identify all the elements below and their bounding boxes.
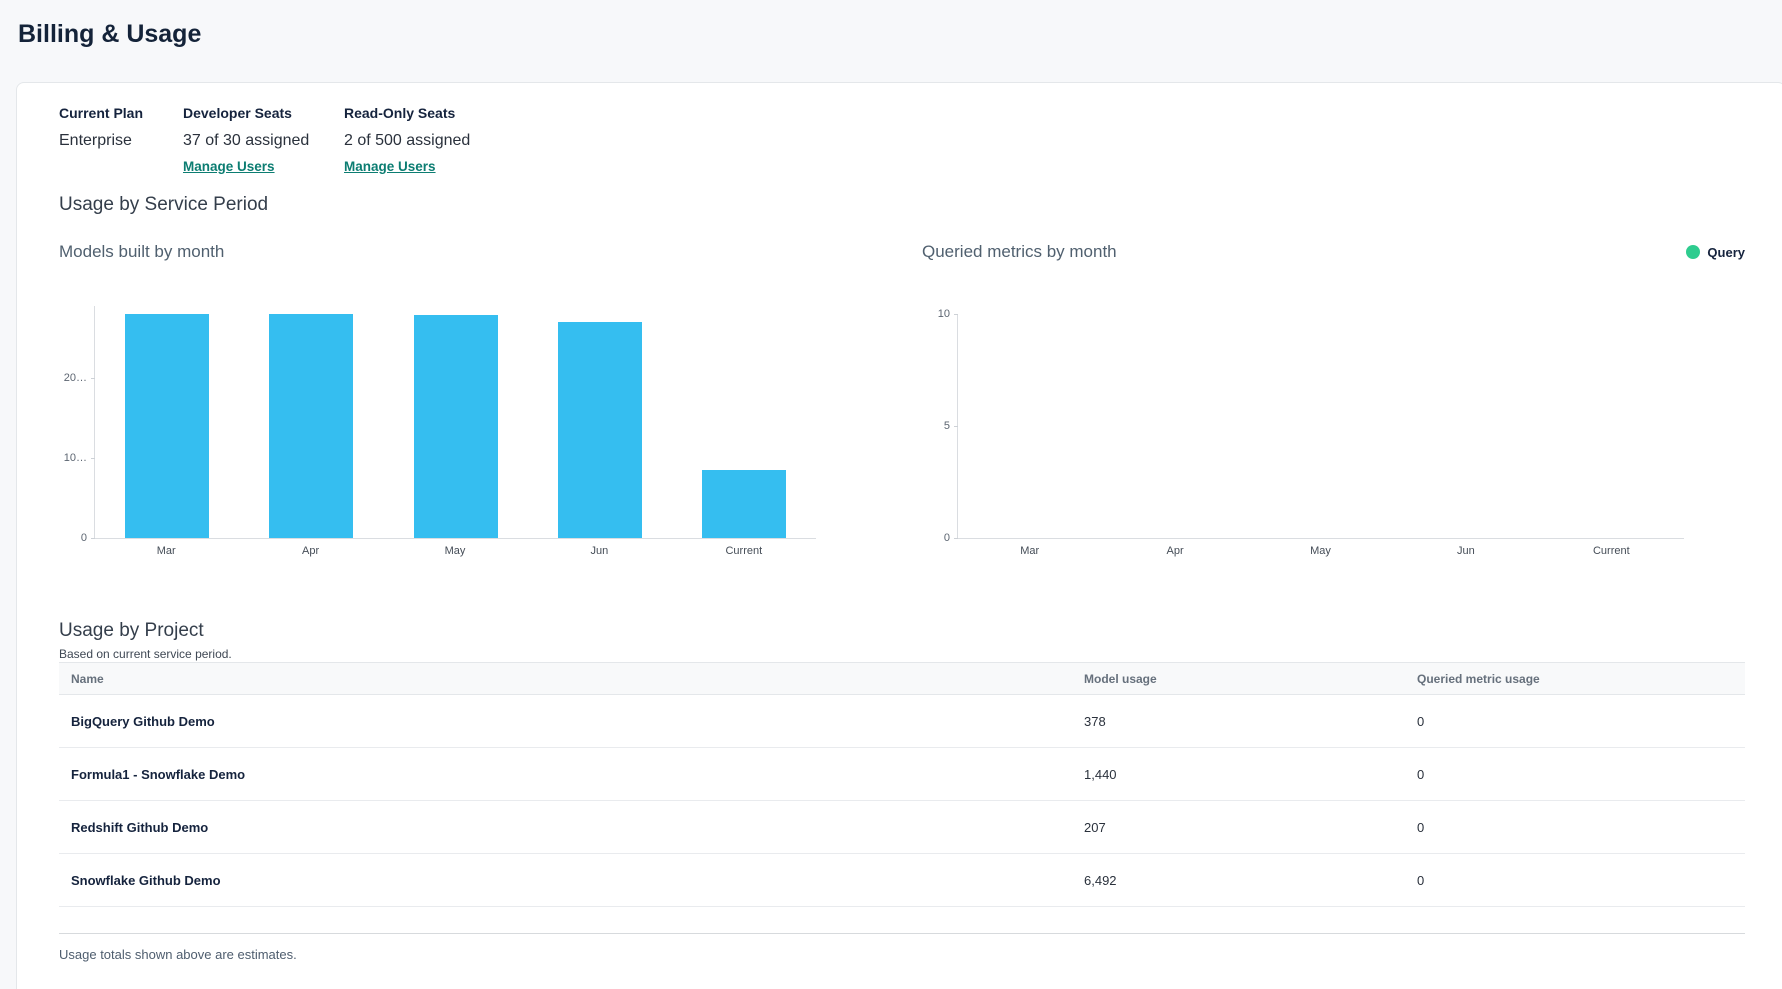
bar-jun	[558, 322, 642, 538]
x-tick-label: Jun	[527, 545, 671, 557]
bar-slot	[958, 314, 1103, 538]
model-usage-cell: 378	[1084, 714, 1417, 729]
manage-users-link-readonly[interactable]: Manage Users	[344, 158, 436, 175]
queried-chart-title: Queried metrics by month	[922, 242, 1117, 262]
queried-usage-cell: 0	[1417, 820, 1745, 835]
y-tick-label: 0	[917, 531, 950, 545]
readonly-seats-label: Read-Only Seats	[344, 105, 470, 122]
legend-query-label: Query	[1707, 245, 1745, 260]
x-tick-label: Mar	[94, 545, 238, 557]
y-tick-mark	[954, 426, 958, 427]
project-section-title: Usage by Project	[59, 619, 1747, 643]
footer-divider	[59, 933, 1745, 934]
x-tick-label: Current	[672, 545, 816, 557]
bar-mar	[125, 314, 209, 538]
page-title: Billing & Usage	[0, 0, 1782, 82]
developer-seats-label: Developer Seats	[183, 105, 344, 122]
models-chart-header: Models built by month	[59, 242, 816, 262]
models-built-chart: Models built by month 010…20… MarAprMayJ…	[59, 242, 816, 557]
project-section-subtitle: Based on current service period.	[59, 647, 1747, 662]
bar-slot	[1248, 314, 1393, 538]
bar-slot	[1394, 314, 1539, 538]
bar-slot	[95, 306, 239, 538]
x-tick-label: Current	[1539, 545, 1684, 557]
bar-may	[414, 315, 498, 538]
legend-query-dot-icon	[1686, 245, 1700, 259]
y-tick-mark	[91, 458, 95, 459]
current-plan-value: Enterprise	[59, 131, 183, 151]
queried-usage-cell: 0	[1417, 873, 1745, 888]
x-tick-label: Apr	[1102, 545, 1247, 557]
plan-column-readonly-seats: Read-Only Seats 2 of 500 assigned Manage…	[344, 105, 470, 175]
y-tick-label: 0	[54, 531, 87, 545]
y-tick-mark	[954, 314, 958, 315]
billing-card-content: Current Plan Enterprise Developer Seats …	[17, 83, 1782, 963]
model-usage-cell: 207	[1084, 820, 1417, 835]
queried-metrics-chart: Queried metrics by month Query 0510 MarA…	[922, 242, 1745, 557]
y-tick-mark	[954, 538, 958, 539]
usage-estimates-note: Usage totals shown above are estimates.	[59, 946, 1747, 963]
x-tick-label: Mar	[957, 545, 1102, 557]
bar-apr	[269, 314, 353, 538]
project-name-cell: BigQuery Github Demo	[59, 714, 1084, 729]
project-name-cell: Snowflake Github Demo	[59, 873, 1084, 888]
models-chart-plot: 010…20…	[94, 306, 816, 539]
bar-current	[702, 470, 786, 538]
table-row: Formula1 - Snowflake Demo1,4400	[59, 748, 1745, 801]
chart-legend: Query	[1686, 245, 1745, 260]
table-header-name: Name	[59, 672, 1084, 686]
bar-slot	[383, 306, 527, 538]
billing-card: Current Plan Enterprise Developer Seats …	[16, 82, 1782, 989]
x-tick-label: May	[383, 545, 527, 557]
queried-chart-bars	[958, 314, 1684, 538]
usage-by-project-table: Name Model usage Queried metric usage Bi…	[59, 662, 1745, 907]
x-tick-label: May	[1248, 545, 1393, 557]
readonly-seats-value: 2 of 500 assigned	[344, 131, 470, 151]
charts-row: Models built by month 010…20… MarAprMayJ…	[59, 242, 1745, 557]
bar-slot	[528, 306, 672, 538]
plan-column-current-plan: Current Plan Enterprise	[59, 105, 183, 175]
table-row: BigQuery Github Demo3780	[59, 695, 1745, 748]
bar-slot	[1103, 314, 1248, 538]
y-tick-label: 10…	[54, 451, 87, 465]
models-chart-bars	[95, 306, 816, 538]
bar-slot	[239, 306, 383, 538]
y-tick-label: 20…	[54, 371, 87, 385]
developer-seats-value: 37 of 30 assigned	[183, 131, 344, 151]
project-name-cell: Redshift Github Demo	[59, 820, 1084, 835]
queried-chart-x-axis: MarAprMayJunCurrent	[957, 545, 1684, 557]
table-header-queried-usage: Queried metric usage	[1417, 672, 1745, 686]
bar-slot	[672, 306, 816, 538]
y-tick-label: 5	[917, 419, 950, 433]
models-chart-x-axis: MarAprMayJunCurrent	[94, 545, 816, 557]
y-tick-label: 10	[917, 307, 950, 321]
queried-chart-plot: 0510	[957, 314, 1684, 539]
current-plan-label: Current Plan	[59, 105, 183, 122]
manage-users-link-developer[interactable]: Manage Users	[183, 158, 275, 175]
models-chart-title: Models built by month	[59, 242, 224, 262]
queried-usage-cell: 0	[1417, 767, 1745, 782]
usage-table-body: BigQuery Github Demo3780Formula1 - Snowf…	[59, 695, 1745, 907]
table-row: Redshift Github Demo2070	[59, 801, 1745, 854]
table-row: Snowflake Github Demo6,4920	[59, 854, 1745, 907]
bar-slot	[1539, 314, 1684, 538]
table-header-row: Name Model usage Queried metric usage	[59, 662, 1745, 695]
x-tick-label: Apr	[238, 545, 382, 557]
x-tick-label: Jun	[1393, 545, 1538, 557]
model-usage-cell: 6,492	[1084, 873, 1417, 888]
y-tick-mark	[91, 538, 95, 539]
plan-summary: Current Plan Enterprise Developer Seats …	[59, 105, 1747, 175]
service-period-section-title: Usage by Service Period	[59, 193, 1747, 217]
project-name-cell: Formula1 - Snowflake Demo	[59, 767, 1084, 782]
y-tick-mark	[91, 378, 95, 379]
queried-chart-header: Queried metrics by month Query	[922, 242, 1745, 262]
model-usage-cell: 1,440	[1084, 767, 1417, 782]
queried-usage-cell: 0	[1417, 714, 1745, 729]
table-header-model-usage: Model usage	[1084, 672, 1417, 686]
plan-column-developer-seats: Developer Seats 37 of 30 assigned Manage…	[183, 105, 344, 175]
